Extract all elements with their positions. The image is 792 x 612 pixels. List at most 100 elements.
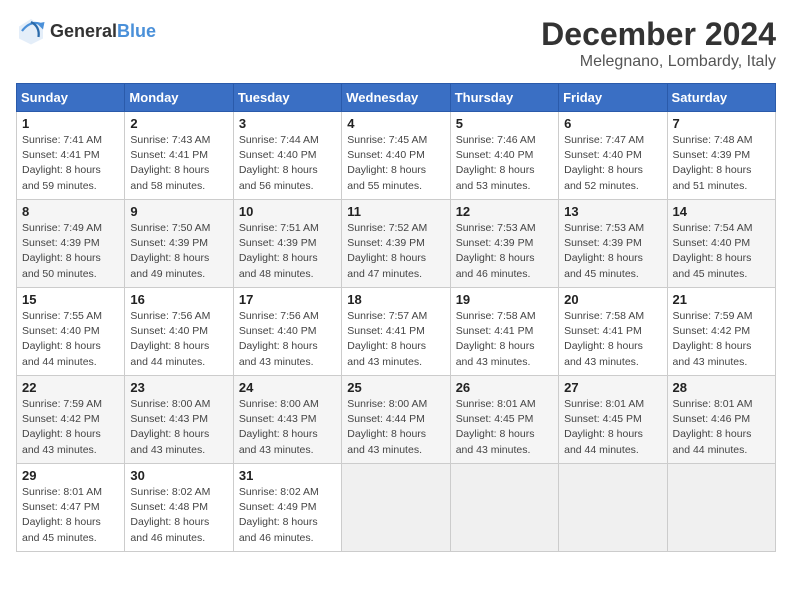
weekday-header-wednesday: Wednesday	[342, 84, 450, 112]
day-number: 26	[456, 380, 553, 395]
day-detail: Sunrise: 7:56 AM Sunset: 4:40 PM Dayligh…	[130, 309, 227, 370]
calendar-cell	[559, 464, 667, 552]
day-number: 25	[347, 380, 444, 395]
day-number: 23	[130, 380, 227, 395]
calendar-cell: 20 Sunrise: 7:58 AM Sunset: 4:41 PM Dayl…	[559, 288, 667, 376]
day-number: 3	[239, 116, 336, 131]
day-detail: Sunrise: 7:47 AM Sunset: 4:40 PM Dayligh…	[564, 133, 661, 194]
calendar: SundayMondayTuesdayWednesdayThursdayFrid…	[16, 83, 776, 552]
day-number: 17	[239, 292, 336, 307]
weekday-header-sunday: Sunday	[17, 84, 125, 112]
day-number: 21	[673, 292, 770, 307]
day-detail: Sunrise: 7:48 AM Sunset: 4:39 PM Dayligh…	[673, 133, 770, 194]
day-detail: Sunrise: 7:59 AM Sunset: 4:42 PM Dayligh…	[22, 397, 119, 458]
day-detail: Sunrise: 7:54 AM Sunset: 4:40 PM Dayligh…	[673, 221, 770, 282]
day-detail: Sunrise: 8:01 AM Sunset: 4:46 PM Dayligh…	[673, 397, 770, 458]
day-number: 10	[239, 204, 336, 219]
day-detail: Sunrise: 7:58 AM Sunset: 4:41 PM Dayligh…	[456, 309, 553, 370]
calendar-cell	[450, 464, 558, 552]
day-detail: Sunrise: 7:53 AM Sunset: 4:39 PM Dayligh…	[456, 221, 553, 282]
day-detail: Sunrise: 7:51 AM Sunset: 4:39 PM Dayligh…	[239, 221, 336, 282]
calendar-cell: 14 Sunrise: 7:54 AM Sunset: 4:40 PM Dayl…	[667, 200, 775, 288]
logo-general: General	[50, 21, 117, 41]
calendar-cell: 30 Sunrise: 8:02 AM Sunset: 4:48 PM Dayl…	[125, 464, 233, 552]
day-number: 22	[22, 380, 119, 395]
logo-blue: Blue	[117, 21, 156, 41]
day-number: 5	[456, 116, 553, 131]
calendar-cell: 6 Sunrise: 7:47 AM Sunset: 4:40 PM Dayli…	[559, 112, 667, 200]
weekday-header-friday: Friday	[559, 84, 667, 112]
calendar-cell: 29 Sunrise: 8:01 AM Sunset: 4:47 PM Dayl…	[17, 464, 125, 552]
day-number: 15	[22, 292, 119, 307]
day-detail: Sunrise: 8:01 AM Sunset: 4:45 PM Dayligh…	[456, 397, 553, 458]
day-number: 28	[673, 380, 770, 395]
calendar-cell: 25 Sunrise: 8:00 AM Sunset: 4:44 PM Dayl…	[342, 376, 450, 464]
calendar-cell: 13 Sunrise: 7:53 AM Sunset: 4:39 PM Dayl…	[559, 200, 667, 288]
calendar-cell: 27 Sunrise: 8:01 AM Sunset: 4:45 PM Dayl…	[559, 376, 667, 464]
day-number: 24	[239, 380, 336, 395]
calendar-cell: 22 Sunrise: 7:59 AM Sunset: 4:42 PM Dayl…	[17, 376, 125, 464]
day-number: 8	[22, 204, 119, 219]
day-number: 16	[130, 292, 227, 307]
day-number: 11	[347, 204, 444, 219]
calendar-cell: 12 Sunrise: 7:53 AM Sunset: 4:39 PM Dayl…	[450, 200, 558, 288]
day-detail: Sunrise: 8:01 AM Sunset: 4:45 PM Dayligh…	[564, 397, 661, 458]
calendar-cell: 19 Sunrise: 7:58 AM Sunset: 4:41 PM Dayl…	[450, 288, 558, 376]
day-detail: Sunrise: 7:57 AM Sunset: 4:41 PM Dayligh…	[347, 309, 444, 370]
day-number: 7	[673, 116, 770, 131]
weekday-header-thursday: Thursday	[450, 84, 558, 112]
day-detail: Sunrise: 7:53 AM Sunset: 4:39 PM Dayligh…	[564, 221, 661, 282]
calendar-cell: 24 Sunrise: 8:00 AM Sunset: 4:43 PM Dayl…	[233, 376, 341, 464]
weekday-header-monday: Monday	[125, 84, 233, 112]
day-detail: Sunrise: 7:43 AM Sunset: 4:41 PM Dayligh…	[130, 133, 227, 194]
day-detail: Sunrise: 7:52 AM Sunset: 4:39 PM Dayligh…	[347, 221, 444, 282]
calendar-cell: 31 Sunrise: 8:02 AM Sunset: 4:49 PM Dayl…	[233, 464, 341, 552]
day-number: 31	[239, 468, 336, 483]
calendar-cell: 26 Sunrise: 8:01 AM Sunset: 4:45 PM Dayl…	[450, 376, 558, 464]
calendar-cell: 2 Sunrise: 7:43 AM Sunset: 4:41 PM Dayli…	[125, 112, 233, 200]
day-number: 13	[564, 204, 661, 219]
calendar-cell: 11 Sunrise: 7:52 AM Sunset: 4:39 PM Dayl…	[342, 200, 450, 288]
calendar-cell	[667, 464, 775, 552]
day-detail: Sunrise: 8:00 AM Sunset: 4:43 PM Dayligh…	[239, 397, 336, 458]
day-number: 9	[130, 204, 227, 219]
calendar-cell: 18 Sunrise: 7:57 AM Sunset: 4:41 PM Dayl…	[342, 288, 450, 376]
calendar-cell: 9 Sunrise: 7:50 AM Sunset: 4:39 PM Dayli…	[125, 200, 233, 288]
day-detail: Sunrise: 7:58 AM Sunset: 4:41 PM Dayligh…	[564, 309, 661, 370]
day-detail: Sunrise: 7:55 AM Sunset: 4:40 PM Dayligh…	[22, 309, 119, 370]
day-detail: Sunrise: 8:02 AM Sunset: 4:49 PM Dayligh…	[239, 485, 336, 546]
day-number: 19	[456, 292, 553, 307]
day-detail: Sunrise: 7:41 AM Sunset: 4:41 PM Dayligh…	[22, 133, 119, 194]
title-block: December 2024 Melegnano, Lombardy, Italy	[541, 16, 776, 71]
calendar-cell: 15 Sunrise: 7:55 AM Sunset: 4:40 PM Dayl…	[17, 288, 125, 376]
weekday-header-saturday: Saturday	[667, 84, 775, 112]
day-detail: Sunrise: 7:44 AM Sunset: 4:40 PM Dayligh…	[239, 133, 336, 194]
day-detail: Sunrise: 7:46 AM Sunset: 4:40 PM Dayligh…	[456, 133, 553, 194]
calendar-cell	[342, 464, 450, 552]
day-number: 27	[564, 380, 661, 395]
day-detail: Sunrise: 7:45 AM Sunset: 4:40 PM Dayligh…	[347, 133, 444, 194]
calendar-cell: 23 Sunrise: 8:00 AM Sunset: 4:43 PM Dayl…	[125, 376, 233, 464]
day-detail: Sunrise: 7:56 AM Sunset: 4:40 PM Dayligh…	[239, 309, 336, 370]
day-detail: Sunrise: 7:49 AM Sunset: 4:39 PM Dayligh…	[22, 221, 119, 282]
calendar-cell: 21 Sunrise: 7:59 AM Sunset: 4:42 PM Dayl…	[667, 288, 775, 376]
calendar-cell: 10 Sunrise: 7:51 AM Sunset: 4:39 PM Dayl…	[233, 200, 341, 288]
day-number: 20	[564, 292, 661, 307]
day-number: 12	[456, 204, 553, 219]
day-detail: Sunrise: 8:00 AM Sunset: 4:43 PM Dayligh…	[130, 397, 227, 458]
calendar-cell: 28 Sunrise: 8:01 AM Sunset: 4:46 PM Dayl…	[667, 376, 775, 464]
day-detail: Sunrise: 8:00 AM Sunset: 4:44 PM Dayligh…	[347, 397, 444, 458]
calendar-cell: 17 Sunrise: 7:56 AM Sunset: 4:40 PM Dayl…	[233, 288, 341, 376]
day-number: 29	[22, 468, 119, 483]
day-detail: Sunrise: 8:01 AM Sunset: 4:47 PM Dayligh…	[22, 485, 119, 546]
logo: GeneralBlue	[16, 16, 156, 46]
calendar-cell: 4 Sunrise: 7:45 AM Sunset: 4:40 PM Dayli…	[342, 112, 450, 200]
month-title: December 2024	[541, 16, 776, 53]
calendar-cell: 3 Sunrise: 7:44 AM Sunset: 4:40 PM Dayli…	[233, 112, 341, 200]
weekday-header-tuesday: Tuesday	[233, 84, 341, 112]
day-number: 14	[673, 204, 770, 219]
day-number: 6	[564, 116, 661, 131]
calendar-cell: 1 Sunrise: 7:41 AM Sunset: 4:41 PM Dayli…	[17, 112, 125, 200]
day-number: 1	[22, 116, 119, 131]
day-number: 2	[130, 116, 227, 131]
